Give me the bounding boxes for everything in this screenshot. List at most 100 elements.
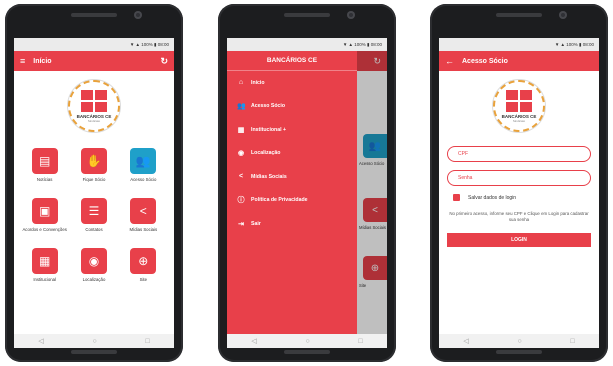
logo-container: BANCÁRIOS CE Sindicato [439,80,599,132]
back-icon[interactable]: ◁ [463,337,468,345]
app-bar: ≡ Início ↻ [14,51,174,71]
status-text: ▼ ▲ 100% ▮ 08:00 [129,41,169,47]
info-icon: ⓘ [237,197,245,205]
menu-item-fique-socio[interactable]: ✋ Fique Sócio [69,148,118,188]
drawer-item-sair[interactable]: ⇥ Sair [227,212,357,236]
nav-bar: ◁ ○ □ [14,334,174,348]
logo-mark [506,89,532,112]
speaker-grille [496,13,542,17]
union-logo: BANCÁRIOS CE Sindicato [493,80,545,132]
members-icon: 👥 [130,148,157,174]
front-camera [559,11,567,19]
drawer-title: BANCÁRIOS CE [227,51,357,71]
building-icon: ▦ [31,248,58,274]
back-arrow-icon[interactable]: ← [445,56,454,66]
back-icon[interactable]: ◁ [38,337,43,345]
menu-item-acesso-socio[interactable]: 👥 Acesso Sócio [119,148,168,188]
building-icon: ▦ [237,126,245,134]
logo-container: BANCÁRIOS CE Sindicato [14,80,174,132]
home-icon[interactable]: ○ [305,338,309,345]
phone-login: ▼ ▲ 100% ▮ 08:00 ← Acesso Sócio BANCÁRIO… [430,4,608,362]
cpf-field[interactable]: CPF [447,146,591,162]
menu-item-institucional[interactable]: ▦ Institucional [20,248,69,288]
logo-mark [81,89,107,112]
menu-label: Acesso Sócio [130,177,157,182]
remember-login-row[interactable]: Salvar dados de login [439,194,599,201]
home-icon[interactable]: ○ [92,338,96,345]
menu-item-midias-sociais[interactable]: < Mídias Sociais [119,198,168,238]
back-icon[interactable]: ◁ [251,337,256,345]
first-access-info: No primeiro acesso, informe seu CPF e Cl… [449,211,589,222]
globe-icon: ⊕ [130,248,157,274]
speaker-grille [284,13,330,17]
status-text: ▼ ▲ 100% ▮ 08:00 [554,41,594,47]
nav-bar: ◁ ○ □ [227,334,387,348]
menu-label: Notícias [36,177,53,182]
menu-item-noticias[interactable]: ▤ Notícias [20,148,69,188]
login-form: CPF Senha [439,146,599,186]
drawer-item-politica[interactable]: ⓘ Política de Privacidade [227,189,357,213]
menu-label: Contatos [85,227,103,232]
handshake-icon: ✋ [80,148,107,174]
status-text: ▼ ▲ 100% ▮ 08:00 [342,41,382,47]
front-camera [347,11,355,19]
exit-icon: ⇥ [238,220,244,228]
phone-home: ▼ ▲ 100% ▮ 08:00 ≡ Início ↻ BANCÁRIOS CE… [5,4,183,362]
menu-grid: ▤ Notícias ✋ Fique Sócio 👥 Acesso Sócio ▣ Ac… [14,148,174,288]
drawer-item-midias-sociais[interactable]: < Mídias Sociais [227,165,357,189]
menu-item-acordos[interactable]: ▣ Acordos e Convenções [20,198,69,238]
share-icon: < [238,173,244,181]
drawer-scrim[interactable] [357,51,387,334]
page-title: Acesso Sócio [462,57,508,65]
home-icon[interactable]: ○ [517,338,521,345]
speaker-grille [284,350,330,354]
phone-drawer: ▼ ▲ 100% ▮ 08:00 ↻ 👥 Acesso Sócio < Mídi… [218,4,396,362]
drawer-item-acesso-socio[interactable]: 👥 Acesso Sócio [227,95,357,119]
nav-bar: ◁ ○ □ [439,334,599,348]
screen-drawer: ▼ ▲ 100% ▮ 08:00 ↻ 👥 Acesso Sócio < Mídi… [227,38,387,348]
drawer-item-label: Institucional + [251,126,287,133]
recent-apps-icon[interactable]: □ [145,338,149,345]
members-icon: 👥 [237,103,246,111]
status-bar: ▼ ▲ 100% ▮ 08:00 [14,38,174,51]
menu-label: Acordos e Convenções [22,227,67,232]
news-icon: ▤ [31,148,58,174]
remember-checkbox[interactable] [453,194,460,201]
front-camera [134,11,142,19]
document-icon: ▣ [31,198,58,224]
app-bar: ← Acesso Sócio [439,51,599,71]
menu-label: Institucional [33,277,57,282]
recent-apps-icon[interactable]: □ [358,338,362,345]
drawer-item-inicio[interactable]: ⌂ Início [227,71,357,95]
share-icon: < [130,198,157,224]
logo-sub: Sindicato [87,118,101,123]
menu-label: Fique Sócio [82,177,106,182]
login-button[interactable]: LOGIN [447,232,591,247]
menu-item-site[interactable]: ⊕ Site [119,248,168,288]
menu-label: Mídias Sociais [129,227,158,232]
page-title: Início [33,57,52,65]
speaker-grille [71,350,117,354]
hamburger-menu-icon[interactable]: ≡ [20,56,25,66]
recent-apps-icon[interactable]: □ [570,338,574,345]
drawer-item-label: Sair [251,220,261,227]
drawer-item-localizacao[interactable]: ◉ Localização [227,142,357,166]
speaker-grille [496,350,542,354]
drawer-item-label: Início [251,79,265,86]
menu-item-localizacao[interactable]: ◉ Localização [69,248,118,288]
drawer-item-institucional[interactable]: ▦ Institucional + [227,118,357,142]
refresh-icon[interactable]: ↻ [160,56,168,66]
drawer-item-label: Localização [251,150,281,157]
union-logo: BANCÁRIOS CE Sindicato [68,80,120,132]
chat-icon: ☰ [80,198,107,224]
status-bar: ▼ ▲ 100% ▮ 08:00 [439,38,599,51]
logo-sub: Sindicato [512,118,526,123]
menu-item-contatos[interactable]: ☰ Contatos [69,198,118,238]
password-field[interactable]: Senha [447,170,591,186]
remember-label: Salvar dados de login [468,194,517,201]
menu-label: Site [139,277,148,282]
home-icon: ⌂ [238,79,244,87]
drawer-item-label: Mídias Sociais [251,173,287,180]
location-icon: ◉ [237,150,245,158]
status-bar: ▼ ▲ 100% ▮ 08:00 [227,38,387,51]
